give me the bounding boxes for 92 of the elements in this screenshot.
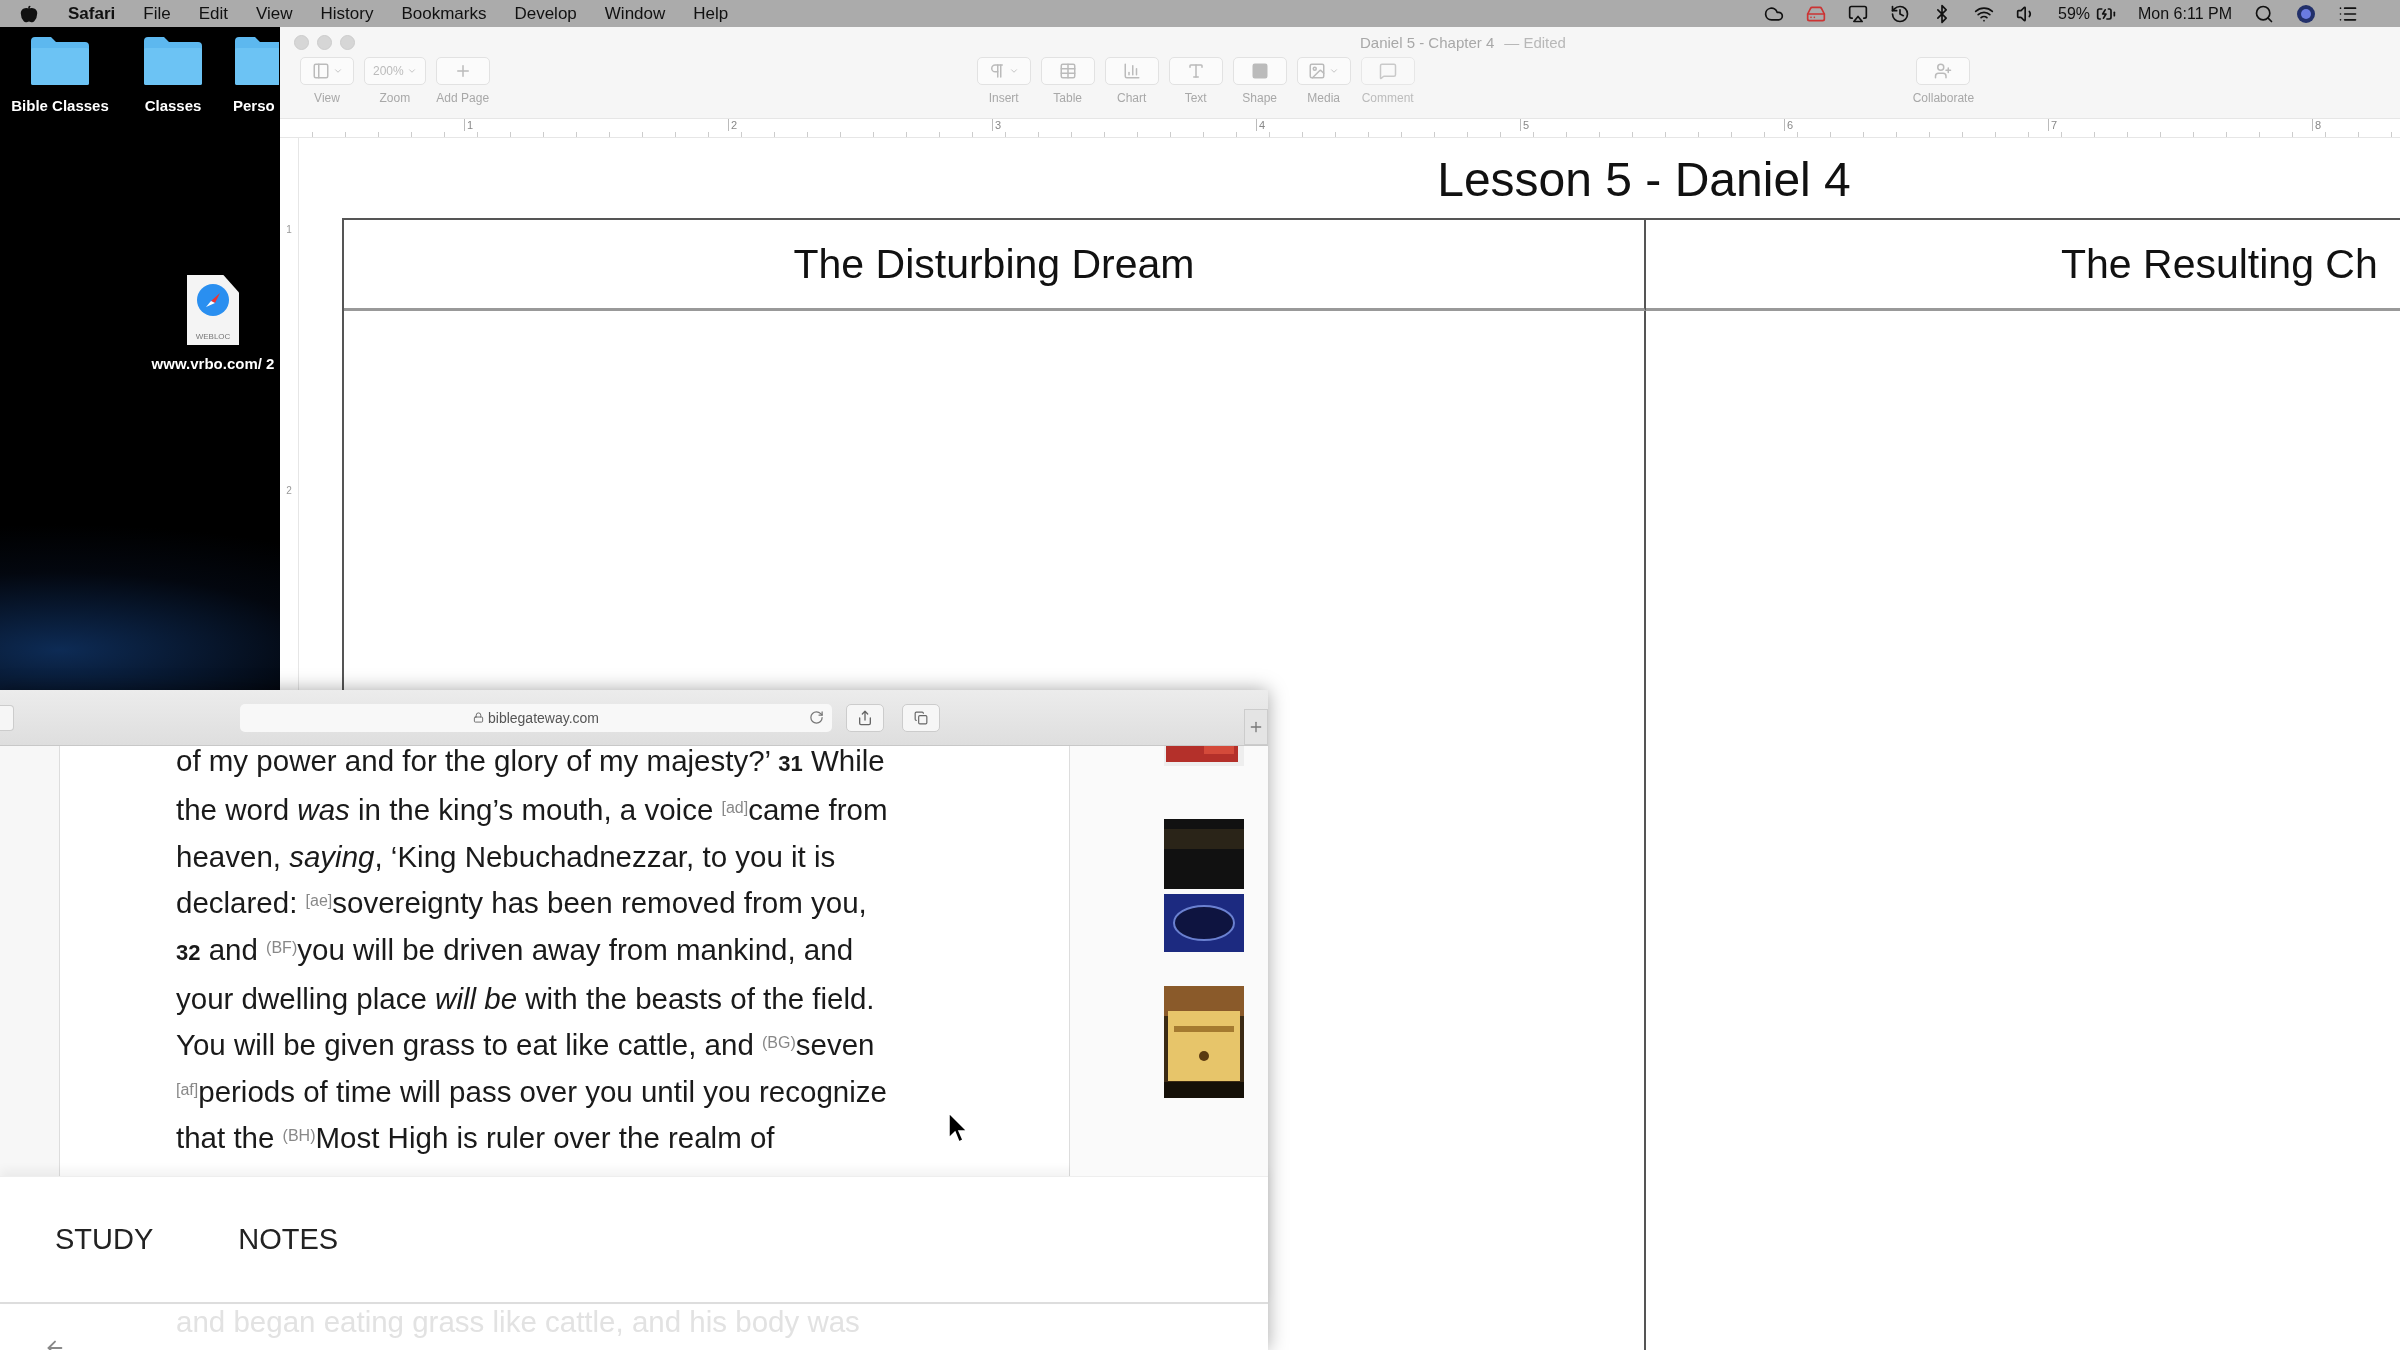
menu-item[interactable]: View <box>255 3 293 24</box>
sidebar-icon <box>311 62 330 80</box>
panel-tab[interactable]: STUDY <box>55 1223 154 1256</box>
desktop-icon-label[interactable]: Perso <box>233 97 275 114</box>
passage-line: that the $^{(BH)}$Most High is ruler over the realm of <box>176 1120 775 1157</box>
document-heading: Lesson 5 - Daniel 4 <box>1436 152 1852 208</box>
menu-item[interactable]: History <box>320 3 374 24</box>
chevron-icon <box>1329 66 1340 76</box>
image-icon <box>1308 62 1327 80</box>
passage-line: the word was in the king’s mouth, a voice $^{[ad]}$came from <box>176 792 888 829</box>
ruler-number: 7 <box>2048 119 2312 131</box>
ruler-number: 6 <box>1784 119 2048 131</box>
passage-line: of my power and for the glory of my majesty?’ 31 While <box>176 746 885 779</box>
address-text: biblegateway.com <box>488 709 599 726</box>
ruler-number: 2 <box>728 119 992 131</box>
table-button[interactable] <box>1040 57 1095 85</box>
passage-line: $^{[af]}$periods of time will pass over you until you recognize <box>176 1073 887 1110</box>
menu-clock[interactable]: Mon 6:11 PM <box>2138 4 2232 23</box>
share-button[interactable] <box>846 703 884 732</box>
media-button[interactable] <box>1296 57 1351 85</box>
folder-icon[interactable] <box>142 35 204 87</box>
passage-line: your dwelling place will be with the beasts of the field. <box>176 981 875 1018</box>
menu-item[interactable]: Develop <box>514 3 577 24</box>
battery-percent: 59% <box>2058 4 2091 23</box>
airplay-icon[interactable] <box>1848 3 1868 24</box>
panel-tab[interactable]: NOTES <box>238 1223 339 1256</box>
toolbar-label: Zoom <box>379 91 411 105</box>
apple-icon[interactable] <box>20 4 38 23</box>
square-icon <box>1250 62 1269 80</box>
toolbar-label: Collaborate <box>1912 91 1975 105</box>
view-button[interactable] <box>300 57 354 85</box>
chevron-icon <box>332 66 343 76</box>
ruler-number: 3 <box>992 119 1256 131</box>
desktop-icon-label[interactable]: www.vrbo.com/ 2 <box>151 355 275 372</box>
ruler-number: 2 <box>286 485 292 496</box>
passage-line: declared: $^{[ae]}$sovereignty has been removed from you, <box>176 885 867 922</box>
menu-item[interactable]: Help <box>693 3 729 24</box>
passage-line: You will be given grass to eat like cattle, and $^{(BG)}$seven <box>176 1027 875 1064</box>
menu-item[interactable]: Safari <box>68 3 116 24</box>
comment-icon <box>1378 62 1397 80</box>
new-tab-button[interactable] <box>1244 709 1268 745</box>
table-header-cell: The Resulting Ch <box>1646 220 2400 311</box>
desktop-icon-label[interactable]: Classes <box>144 97 202 114</box>
desktop-icon-label[interactable]: Bible Classes <box>11 97 109 114</box>
file-icon[interactable]: WEBLOC <box>187 275 239 345</box>
table-header-cell: The Disturbing Dream <box>344 220 1646 311</box>
plus-icon <box>1248 719 1264 735</box>
ruler-number: 1 <box>286 224 292 235</box>
menu-item[interactable]: Edit <box>198 3 228 24</box>
tabs-button[interactable] <box>902 703 940 732</box>
menu-item[interactable]: File <box>143 3 171 24</box>
insert-button[interactable] <box>976 57 1031 85</box>
toolbar-label: Add Page <box>436 91 490 105</box>
lock-icon <box>473 712 484 723</box>
table-icon <box>1058 62 1077 80</box>
folder-icon[interactable] <box>29 35 91 87</box>
chevron-icon <box>1009 66 1020 76</box>
file-type-label: WEBLOC <box>195 332 231 341</box>
bar-chart-icon <box>1122 62 1141 80</box>
search-icon[interactable] <box>2254 3 2274 24</box>
shape-button[interactable] <box>1232 57 1287 85</box>
person-plus-icon <box>1934 62 1953 80</box>
toolbar-label: Media <box>1307 91 1341 105</box>
ruler-number: 8 <box>2312 119 2400 131</box>
menu-item[interactable]: Window <box>604 3 666 24</box>
toolbar-label: Chart <box>1117 91 1147 105</box>
passage-line: heaven, saying, ‘King Nebuchadnezzar, to you it is <box>176 838 836 875</box>
edited-status: — Edited <box>1504 33 1566 51</box>
reload-icon[interactable] <box>809 709 824 725</box>
toolbar-label: View <box>314 91 340 105</box>
toolbar-label: Table <box>1053 91 1083 105</box>
folder-icon[interactable] <box>233 35 279 87</box>
toolbar-label: Insert <box>988 91 1019 105</box>
menu-item[interactable]: Bookmarks <box>401 3 487 24</box>
address-field[interactable]: biblegateway.com <box>240 703 832 732</box>
ruler-number: 4 <box>1256 119 1520 131</box>
clock-icon[interactable] <box>1890 3 1910 24</box>
share-icon <box>857 709 873 726</box>
text-icon <box>1186 62 1205 80</box>
ruler-number: 1 <box>464 119 728 131</box>
compass-icon <box>196 283 230 317</box>
siri-icon[interactable] <box>2296 3 2316 24</box>
chart-button[interactable] <box>1104 57 1159 85</box>
toolbar-label: Shape <box>1242 91 1278 105</box>
chevron-icon <box>406 66 417 76</box>
passage-line: 32 and $^{(BF)}$you will be driven away from mankind, and <box>176 931 854 968</box>
toolbar-label: Comment <box>1361 91 1414 105</box>
toolbar-label: Text <box>1184 91 1207 105</box>
tabs-icon <box>914 710 928 725</box>
window-title: Daniel 5 - Chapter 4 — Edited <box>1360 33 1566 51</box>
collaborate-button[interactable] <box>1916 57 1971 85</box>
ruler-number: 5 <box>1520 119 1784 131</box>
